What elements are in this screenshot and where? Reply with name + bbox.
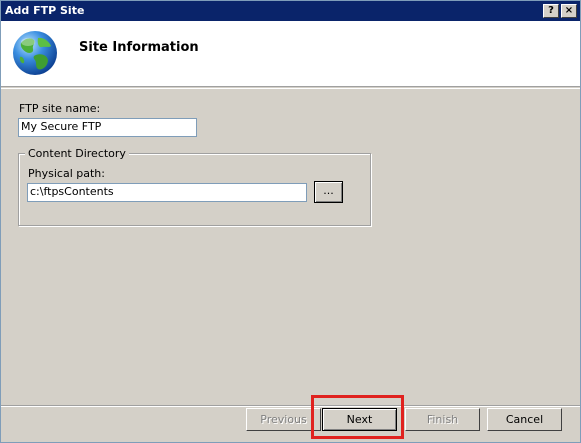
- next-button-highlight: [311, 395, 404, 439]
- header-divider: [1, 88, 580, 89]
- cancel-button[interactable]: Cancel: [487, 408, 562, 431]
- help-button[interactable]: ?: [543, 4, 559, 18]
- content-directory-legend: Content Directory: [25, 147, 129, 160]
- physical-path-label: Physical path:: [28, 167, 105, 180]
- wizard-header: Site Information: [1, 21, 580, 87]
- site-name-input[interactable]: My Secure FTP: [18, 118, 197, 137]
- previous-button[interactable]: Previous: [246, 408, 321, 431]
- footer-separator: [1, 405, 580, 407]
- close-button[interactable]: ×: [561, 4, 577, 18]
- site-name-label: FTP site name:: [19, 102, 101, 115]
- title-bar[interactable]: Add FTP Site ? ×: [1, 1, 580, 21]
- window-title: Add FTP Site: [5, 4, 85, 17]
- physical-path-input[interactable]: c:\ftpsContents: [27, 183, 307, 202]
- page-heading: Site Information: [79, 40, 199, 55]
- browse-button[interactable]: ...: [314, 181, 343, 203]
- globe-icon: [13, 31, 57, 75]
- add-ftp-site-dialog: Add FTP Site ? × Site Information FTP si…: [0, 0, 581, 443]
- finish-button[interactable]: Finish: [405, 408, 480, 431]
